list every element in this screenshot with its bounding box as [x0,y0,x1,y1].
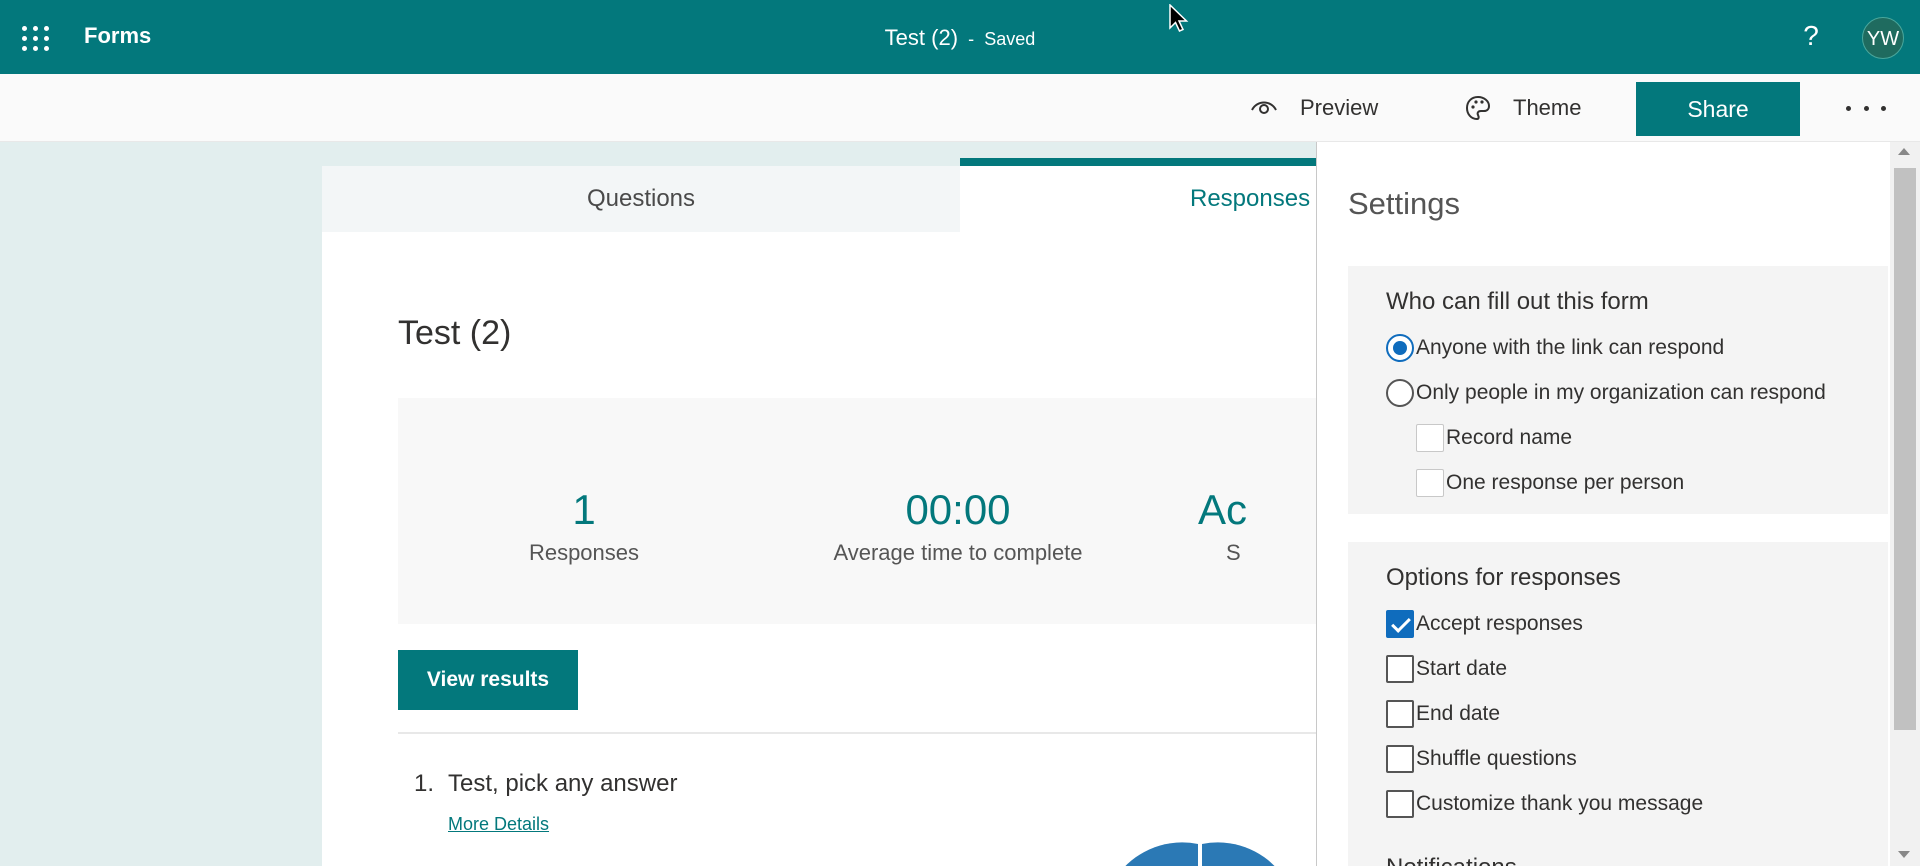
avatar[interactable]: YW [1862,17,1904,59]
section-heading: Who can fill out this form [1386,288,1649,315]
option-label: Start date [1416,657,1508,680]
option-record-name[interactable]: Record name [1416,424,1572,452]
question-text: Test, pick any answer [448,770,678,797]
settings-panel: Settings Who can fill out this form Anyo… [1316,142,1920,866]
option-label: End date [1416,702,1501,725]
checkbox-icon[interactable] [1386,745,1414,773]
option-one-response[interactable]: One response per person [1416,469,1684,497]
command-bar: Preview Theme Share [0,74,1920,142]
form-tabs: Questions Responses [322,158,1460,232]
options-for-responses-section: Options for responses Accept responses S… [1348,542,1888,866]
option-label: One response per person [1446,471,1685,494]
checkbox-icon[interactable] [1386,790,1414,818]
checkbox-icon[interactable] [1416,424,1444,452]
share-button[interactable]: Share [1636,82,1800,136]
option-label: Shuffle questions [1416,747,1577,770]
save-status: Saved [984,29,1036,49]
stat-label: Average time to complete [833,540,1083,565]
option-organization-only[interactable]: Only people in my organization can respo… [1386,379,1826,407]
mouse-cursor-icon [1169,4,1189,32]
checkbox-icon[interactable] [1386,700,1414,728]
section-heading: Options for responses [1386,564,1621,591]
stat-average-time: 00:00 Average time to complete [808,486,1108,566]
radio-unselected-icon[interactable] [1386,379,1414,407]
document-title-text: Test (2) [884,25,959,50]
stat-responses: 1 Responses [434,486,734,566]
option-label: Record name [1446,426,1573,449]
option-shuffle-questions[interactable]: Shuffle questions [1386,745,1577,773]
stat-value: 00:00 [905,486,1011,533]
option-end-date[interactable]: End date [1386,700,1500,728]
eye-icon [1251,101,1277,114]
title-separator: - [968,29,975,49]
app-bar: Forms Test (2) - Saved ? YW [0,0,1920,74]
preview-label: Preview [1300,95,1379,120]
more-details-link[interactable]: More Details [448,814,549,835]
option-label: Anyone with the link can respond [1416,336,1725,359]
checkbox-checked-icon[interactable] [1386,610,1414,638]
option-label: Accept responses [1416,612,1583,635]
option-accept-responses[interactable]: Accept responses [1386,610,1583,638]
theme-button[interactable]: Theme [1465,74,1581,142]
theme-label: Theme [1513,95,1582,120]
notifications-heading: Notifications [1386,854,1517,866]
option-start-date[interactable]: Start date [1386,655,1507,683]
who-can-fill-section: Who can fill out this form Anyone with t… [1348,266,1888,514]
radio-selected-icon[interactable] [1386,334,1414,362]
more-options-icon[interactable] [1846,96,1886,120]
checkbox-icon[interactable] [1386,655,1414,683]
question-number: 1. [414,770,435,797]
scroll-up-icon[interactable] [1898,148,1910,155]
app-launcher-icon[interactable] [22,26,49,51]
divider [398,732,1398,734]
stat-value: 1 [572,486,596,533]
form-title: Test (2) [398,314,512,352]
responses-card: Test (2) 1 Responses 00:00 Average time … [322,232,1398,866]
settings-scrollbar[interactable] [1890,142,1920,866]
tab-questions[interactable]: Questions [322,166,960,232]
help-button[interactable]: ? [1796,18,1826,54]
view-results-button[interactable]: View results [398,650,578,710]
pie-chart [1125,842,1275,866]
option-label: Customize thank you message [1416,792,1704,815]
checkbox-icon[interactable] [1416,469,1444,497]
scroll-down-icon[interactable] [1898,851,1910,858]
option-label: Only people in my organization can respo… [1416,381,1826,404]
option-customize-thank-you[interactable]: Customize thank you message [1386,790,1703,818]
palette-icon [1465,95,1491,121]
document-title: Test (2) - Saved [0,25,1920,51]
response-summary: 1 Responses 00:00 Average time to comple… [398,398,1398,624]
scroll-thumb[interactable] [1894,168,1916,730]
stat-label: Responses [528,540,640,565]
app-name[interactable]: Forms [84,23,151,49]
preview-button[interactable]: Preview [1250,74,1378,142]
settings-title: Settings [1348,186,1461,221]
option-anyone-with-link[interactable]: Anyone with the link can respond [1386,334,1724,362]
